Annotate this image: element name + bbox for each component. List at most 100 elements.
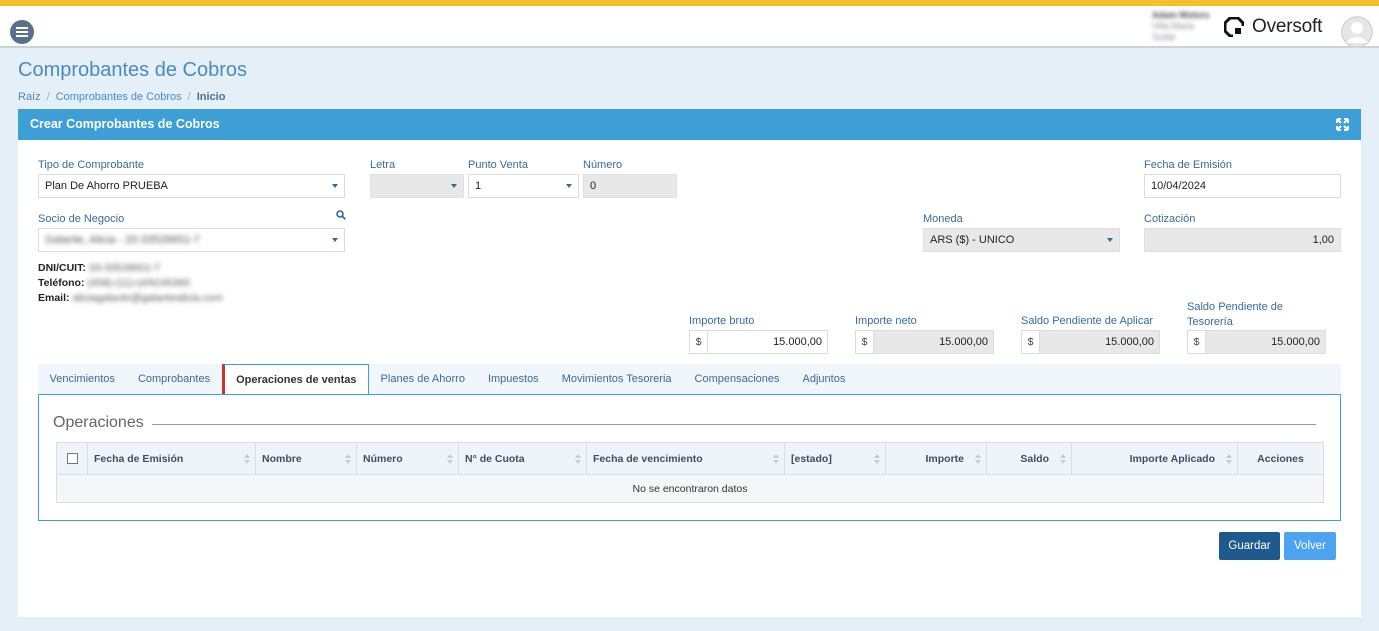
breadcrumb-root[interactable]: Raíz bbox=[18, 91, 41, 103]
panel-header: Crear Comprobantes de Cobros bbox=[18, 109, 1361, 140]
currency-symbol: $ bbox=[1187, 330, 1206, 354]
tab-movimientos-tesoreria[interactable]: Movimientos Tesoreria bbox=[550, 364, 683, 395]
chevron-down-icon bbox=[560, 175, 578, 197]
saldo-aplicar-field[interactable]: $ 15.000,00 bbox=[1021, 330, 1160, 354]
importe-neto-label: Importe neto bbox=[855, 315, 917, 327]
moneda-label: Moneda bbox=[923, 213, 963, 225]
hamburger-icon bbox=[16, 27, 28, 37]
col-importe[interactable]: Importe bbox=[886, 443, 987, 475]
avatar[interactable] bbox=[1341, 16, 1373, 48]
col-label: Número bbox=[363, 453, 403, 465]
chevron-down-icon bbox=[326, 175, 344, 197]
currency-symbol: $ bbox=[689, 330, 708, 354]
telefono-value: (458)-(11)-(4/6246360 bbox=[87, 277, 190, 289]
back-button[interactable]: Volver bbox=[1284, 532, 1336, 560]
page-title: Comprobantes de Cobros bbox=[18, 59, 248, 81]
socio-select[interactable]: Galante, Alicia - 20-33528651-7 bbox=[38, 228, 345, 252]
dni-value: 33-33528651-7 bbox=[88, 262, 160, 274]
letra-select[interactable] bbox=[370, 174, 464, 198]
email-value: aliciagalante@galantealicia.com bbox=[72, 292, 223, 304]
col-label: N° de Cuota bbox=[465, 453, 525, 465]
select-all-checkbox[interactable] bbox=[66, 453, 78, 464]
importe-bruto-label: Importe bruto bbox=[689, 315, 755, 327]
table-header: Fecha de Emisión Nombre Número N° de Cuo… bbox=[57, 443, 1323, 475]
cotizacion-label: Cotización bbox=[1144, 213, 1196, 225]
divider bbox=[152, 424, 1316, 425]
col-label: Fecha de vencimiento bbox=[593, 453, 703, 465]
breadcrumb: Raíz / Comprobantes de Cobros / Inicio bbox=[18, 91, 225, 103]
col-cuota[interactable]: N° de Cuota bbox=[459, 443, 587, 475]
col-importe-aplicado[interactable]: Importe Aplicado bbox=[1072, 443, 1238, 475]
importe-bruto-field[interactable]: $ 15.000,00 bbox=[689, 330, 828, 354]
currency-symbol: $ bbox=[855, 330, 874, 354]
col-label: Nombre bbox=[262, 453, 302, 465]
col-numero[interactable]: Número bbox=[357, 443, 459, 475]
col-label: Saldo bbox=[1020, 453, 1049, 465]
fecha-emision-field[interactable]: 10/04/2024 bbox=[1144, 174, 1341, 198]
panel-title: Crear Comprobantes de Cobros bbox=[30, 117, 220, 131]
importe-neto-value: 15.000,00 bbox=[874, 330, 994, 354]
moneda-select[interactable]: ARS ($) - UNICO bbox=[923, 228, 1120, 252]
punto-venta-label: Punto Venta bbox=[468, 159, 528, 171]
user-branch: Sudar bbox=[1152, 32, 1177, 42]
tab-compensaciones[interactable]: Compensaciones bbox=[683, 364, 791, 395]
user-info[interactable]: Adam Motors Villa Maria Sudar bbox=[1134, 10, 1218, 48]
dni-label: DNI/CUIT: bbox=[38, 262, 86, 274]
tipo-value: Plan De Ahorro PRUEBA bbox=[45, 180, 168, 192]
breadcrumb-comprobantes[interactable]: Comprobantes de Cobros bbox=[56, 91, 182, 103]
breadcrumb-separator: / bbox=[46, 91, 50, 103]
col-nombre[interactable]: Nombre bbox=[256, 443, 357, 475]
letra-label: Letra bbox=[370, 159, 396, 171]
telefono-line: Teléfono: (458)-(11)-(4/6246360 bbox=[38, 277, 190, 289]
chevron-down-icon bbox=[326, 229, 344, 251]
saldo-tesoreria-value: 15.000,00 bbox=[1206, 330, 1326, 354]
menu-toggle-button[interactable] bbox=[10, 20, 34, 44]
sort-icon bbox=[575, 454, 581, 464]
socio-label: Socio de Negocio bbox=[38, 213, 125, 225]
cotizacion-field[interactable]: 1,00 bbox=[1144, 228, 1341, 252]
tipo-select[interactable]: Plan De Ahorro PRUEBA bbox=[38, 174, 345, 198]
col-label: Importe bbox=[925, 453, 964, 465]
tab-operaciones-ventas[interactable]: Operaciones de ventas bbox=[221, 364, 370, 395]
sort-icon bbox=[1060, 454, 1066, 464]
sort-icon bbox=[244, 454, 250, 464]
col-acciones: Acciones bbox=[1257, 453, 1304, 465]
moneda-value: ARS ($) - UNICO bbox=[930, 234, 1015, 246]
importe-neto-field[interactable]: $ 15.000,00 bbox=[855, 330, 994, 354]
col-estado[interactable]: [estado] bbox=[785, 443, 886, 475]
sort-icon bbox=[773, 454, 779, 464]
email-line: Email: aliciagalante@galantealicia.com bbox=[38, 292, 223, 304]
dni-line: DNI/CUIT: 33-33528651-7 bbox=[38, 262, 160, 274]
user-name: Adam Motors bbox=[1152, 10, 1210, 20]
select-all-cell bbox=[57, 443, 88, 475]
cotizacion-value: 1,00 bbox=[1312, 234, 1334, 246]
saldo-tesoreria-label: Saldo Pendiente de Tesorería bbox=[1187, 301, 1284, 328]
search-icon[interactable] bbox=[336, 210, 346, 220]
tab-bar: Vencimientos Comprobantes Operaciones de… bbox=[38, 364, 1341, 395]
socio-value: Galante, Alicia - 20-33528651-7 bbox=[45, 234, 200, 246]
tab-impuestos[interactable]: Impuestos bbox=[476, 364, 550, 395]
tab-vencimientos[interactable]: Vencimientos bbox=[38, 364, 126, 395]
punto-venta-select[interactable]: 1 bbox=[468, 174, 579, 198]
tab-adjuntos[interactable]: Adjuntos bbox=[791, 364, 857, 395]
numero-label: Número bbox=[583, 159, 623, 171]
saldo-aplicar-label: Saldo Pendiente de Aplicar bbox=[1021, 315, 1154, 327]
col-label: Fecha de Emisión bbox=[94, 453, 184, 465]
numero-field[interactable]: 0 bbox=[583, 174, 677, 198]
saldo-aplicar-value: 15.000,00 bbox=[1040, 330, 1160, 354]
tab-comprobantes[interactable]: Comprobantes bbox=[126, 364, 221, 395]
saldo-tesoreria-field[interactable]: $ 15.000,00 bbox=[1187, 330, 1326, 354]
sort-icon bbox=[447, 454, 453, 464]
chevron-down-icon bbox=[445, 175, 463, 197]
operaciones-pane: Operaciones Fecha de Emisión Nombre Núme… bbox=[38, 394, 1341, 521]
col-saldo[interactable]: Saldo bbox=[987, 443, 1072, 475]
col-fecha-vencimiento[interactable]: Fecha de vencimiento bbox=[587, 443, 785, 475]
col-fecha-emision[interactable]: Fecha de Emisión bbox=[88, 443, 256, 475]
punto-venta-value: 1 bbox=[475, 180, 482, 192]
sort-icon bbox=[975, 454, 981, 464]
user-avatar-icon bbox=[1341, 16, 1373, 48]
tab-planes-ahorro[interactable]: Planes de Ahorro bbox=[369, 364, 476, 395]
brand: Oversoft bbox=[1224, 16, 1322, 38]
save-button[interactable]: Guardar bbox=[1219, 532, 1280, 560]
expand-icon[interactable] bbox=[1336, 118, 1349, 131]
